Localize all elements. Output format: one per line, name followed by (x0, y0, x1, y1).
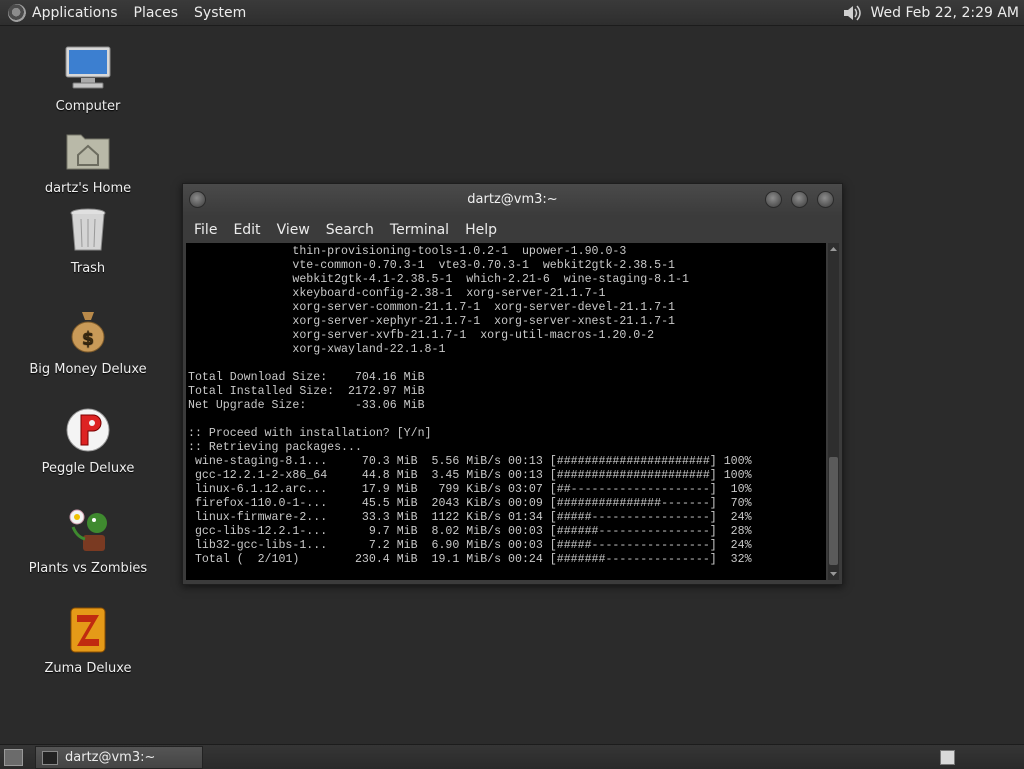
taskbar-item-label: dartz@vm3:~ (65, 750, 156, 765)
window-title: dartz@vm3:~ (467, 192, 558, 207)
terminal-line: gcc-12.2.1-2-x86_64 44.8 MiB 3.45 MiB/s … (194, 469, 752, 482)
desktop-icon-label: Plants vs Zombies (28, 561, 148, 576)
terminal-line: wine-staging-8.1... 70.3 MiB 5.56 MiB/s … (194, 455, 752, 468)
desktop-icon-computer[interactable]: Computer (28, 45, 148, 114)
menu-edit[interactable]: Edit (225, 222, 268, 238)
money-bag-icon: $ (71, 312, 105, 353)
terminal-line: Total ( 2/101) 230.4 MiB 19.1 MiB/s 00:2… (194, 553, 752, 566)
desktop-icon-label: Computer (55, 99, 121, 114)
terminal-line: gcc-libs-12.2.1-... 9.7 MiB 8.02 MiB/s 0… (194, 525, 752, 538)
zuma-icon (70, 607, 106, 653)
trash-icon (70, 208, 106, 251)
menu-view[interactable]: View (269, 222, 318, 238)
top-panel: Applications Places System Wed Feb 22, 2… (0, 0, 1024, 26)
clock[interactable]: Wed Feb 22, 2:29 AM (871, 5, 1019, 21)
terminal-line: linux-firmware-2... 33.3 MiB 1122 KiB/s … (194, 511, 752, 524)
peggle-icon (66, 408, 110, 452)
desktop-icon-zuma[interactable]: Zuma Deluxe (28, 607, 148, 676)
distro-logo-icon[interactable] (8, 3, 26, 22)
menu-help[interactable]: Help (457, 222, 505, 238)
desktop-icon-label: dartz's Home (44, 181, 132, 196)
terminal-line: Total Installed Size: 2172.97 MiB (188, 385, 425, 398)
terminal-text: thin-provisioning-tools-1.0.2-1 upower-1… (186, 243, 826, 567)
desktop-icon-label: Trash (70, 261, 106, 276)
desktop-icon-label: Zuma Deluxe (44, 661, 132, 676)
panel-tray: Wed Feb 22, 2:29 AM (841, 0, 1024, 25)
terminal-line: firefox-110.0-1-... 45.5 MiB 2043 KiB/s … (194, 497, 752, 510)
terminal-scrollbar[interactable] (828, 243, 839, 580)
terminal-line: vte-common-0.70.3-1 vte3-0.70.3-1 webkit… (292, 259, 676, 272)
window-menubar: File Edit View Search Terminal Help (183, 216, 842, 243)
places-menu[interactable]: Places (126, 5, 187, 21)
terminal-line: xorg-xwayland-22.1.8-1 (292, 343, 446, 356)
terminal-line: xorg-server-xephyr-21.1.7-1 xorg-server-… (292, 315, 676, 328)
maximize-button[interactable] (791, 191, 808, 208)
bottom-panel: dartz@vm3:~ (0, 744, 1024, 769)
show-desktop-button[interactable] (4, 749, 23, 766)
desktop-icon-plants-vs-zombies[interactable]: Plants vs Zombies (28, 507, 148, 576)
scroll-down-arrow-icon[interactable] (828, 568, 839, 580)
window-titlebar[interactable]: dartz@vm3:~ (183, 184, 842, 216)
speaker-icon[interactable] (841, 3, 863, 23)
taskbar-item-terminal[interactable]: dartz@vm3:~ (35, 746, 203, 769)
terminal-output[interactable]: thin-provisioning-tools-1.0.2-1 upower-1… (186, 243, 826, 580)
system-menu[interactable]: System (186, 5, 254, 21)
terminal-line: xorg-server-common-21.1.7-1 xorg-server-… (292, 301, 676, 314)
scroll-up-arrow-icon[interactable] (828, 243, 839, 255)
close-button[interactable] (817, 191, 834, 208)
terminal-line: webkit2gtk-4.1-2.38.5-1 which-2.21-6 win… (292, 273, 689, 286)
terminal-window[interactable]: dartz@vm3:~ File Edit View Search Termin… (182, 183, 843, 585)
desktop-icon-big-money[interactable]: $ Big Money Deluxe (28, 308, 148, 377)
desktop-icon-trash[interactable]: Trash (28, 207, 148, 276)
terminal-line: Net Upgrade Size: -33.06 MiB (188, 399, 425, 412)
desktop-icon-home[interactable]: dartz's Home (28, 127, 148, 196)
desktop-icon-label: Peggle Deluxe (41, 461, 135, 476)
terminal-line: lib32-gcc-libs-1... 7.2 MiB 6.90 MiB/s 0… (194, 539, 752, 552)
terminal-icon (42, 750, 58, 765)
terminal-line: thin-provisioning-tools-1.0.2-1 upower-1… (292, 245, 627, 258)
svg-text:$: $ (82, 328, 95, 349)
menu-file[interactable]: File (186, 222, 225, 238)
terminal-line: :: Proceed with installation? [Y/n] (188, 427, 432, 440)
applications-menu[interactable]: Applications (32, 5, 126, 21)
computer-icon (65, 46, 111, 89)
menu-terminal[interactable]: Terminal (382, 222, 457, 238)
terminal-line: :: Retrieving packages... (188, 441, 362, 454)
desktop-icon-peggle[interactable]: Peggle Deluxe (28, 407, 148, 476)
minimize-button[interactable] (765, 191, 782, 208)
terminal-line: xkeyboard-config-2.38-1 xorg-server-21.1… (292, 287, 606, 300)
plants-vs-zombies-icon (69, 509, 107, 551)
workspace-switcher[interactable] (940, 750, 955, 765)
home-folder-icon (66, 134, 110, 170)
terminal-line: Total Download Size: 704.16 MiB (188, 371, 425, 384)
desktop-icon-label: Big Money Deluxe (29, 362, 147, 377)
scrollbar-thumb[interactable] (829, 457, 838, 565)
menu-search[interactable]: Search (318, 222, 382, 238)
terminal-line: linux-6.1.12.arc... 17.9 MiB 799 KiB/s 0… (194, 483, 752, 496)
terminal-line: xorg-server-xvfb-21.1.7-1 xorg-util-macr… (292, 329, 655, 342)
